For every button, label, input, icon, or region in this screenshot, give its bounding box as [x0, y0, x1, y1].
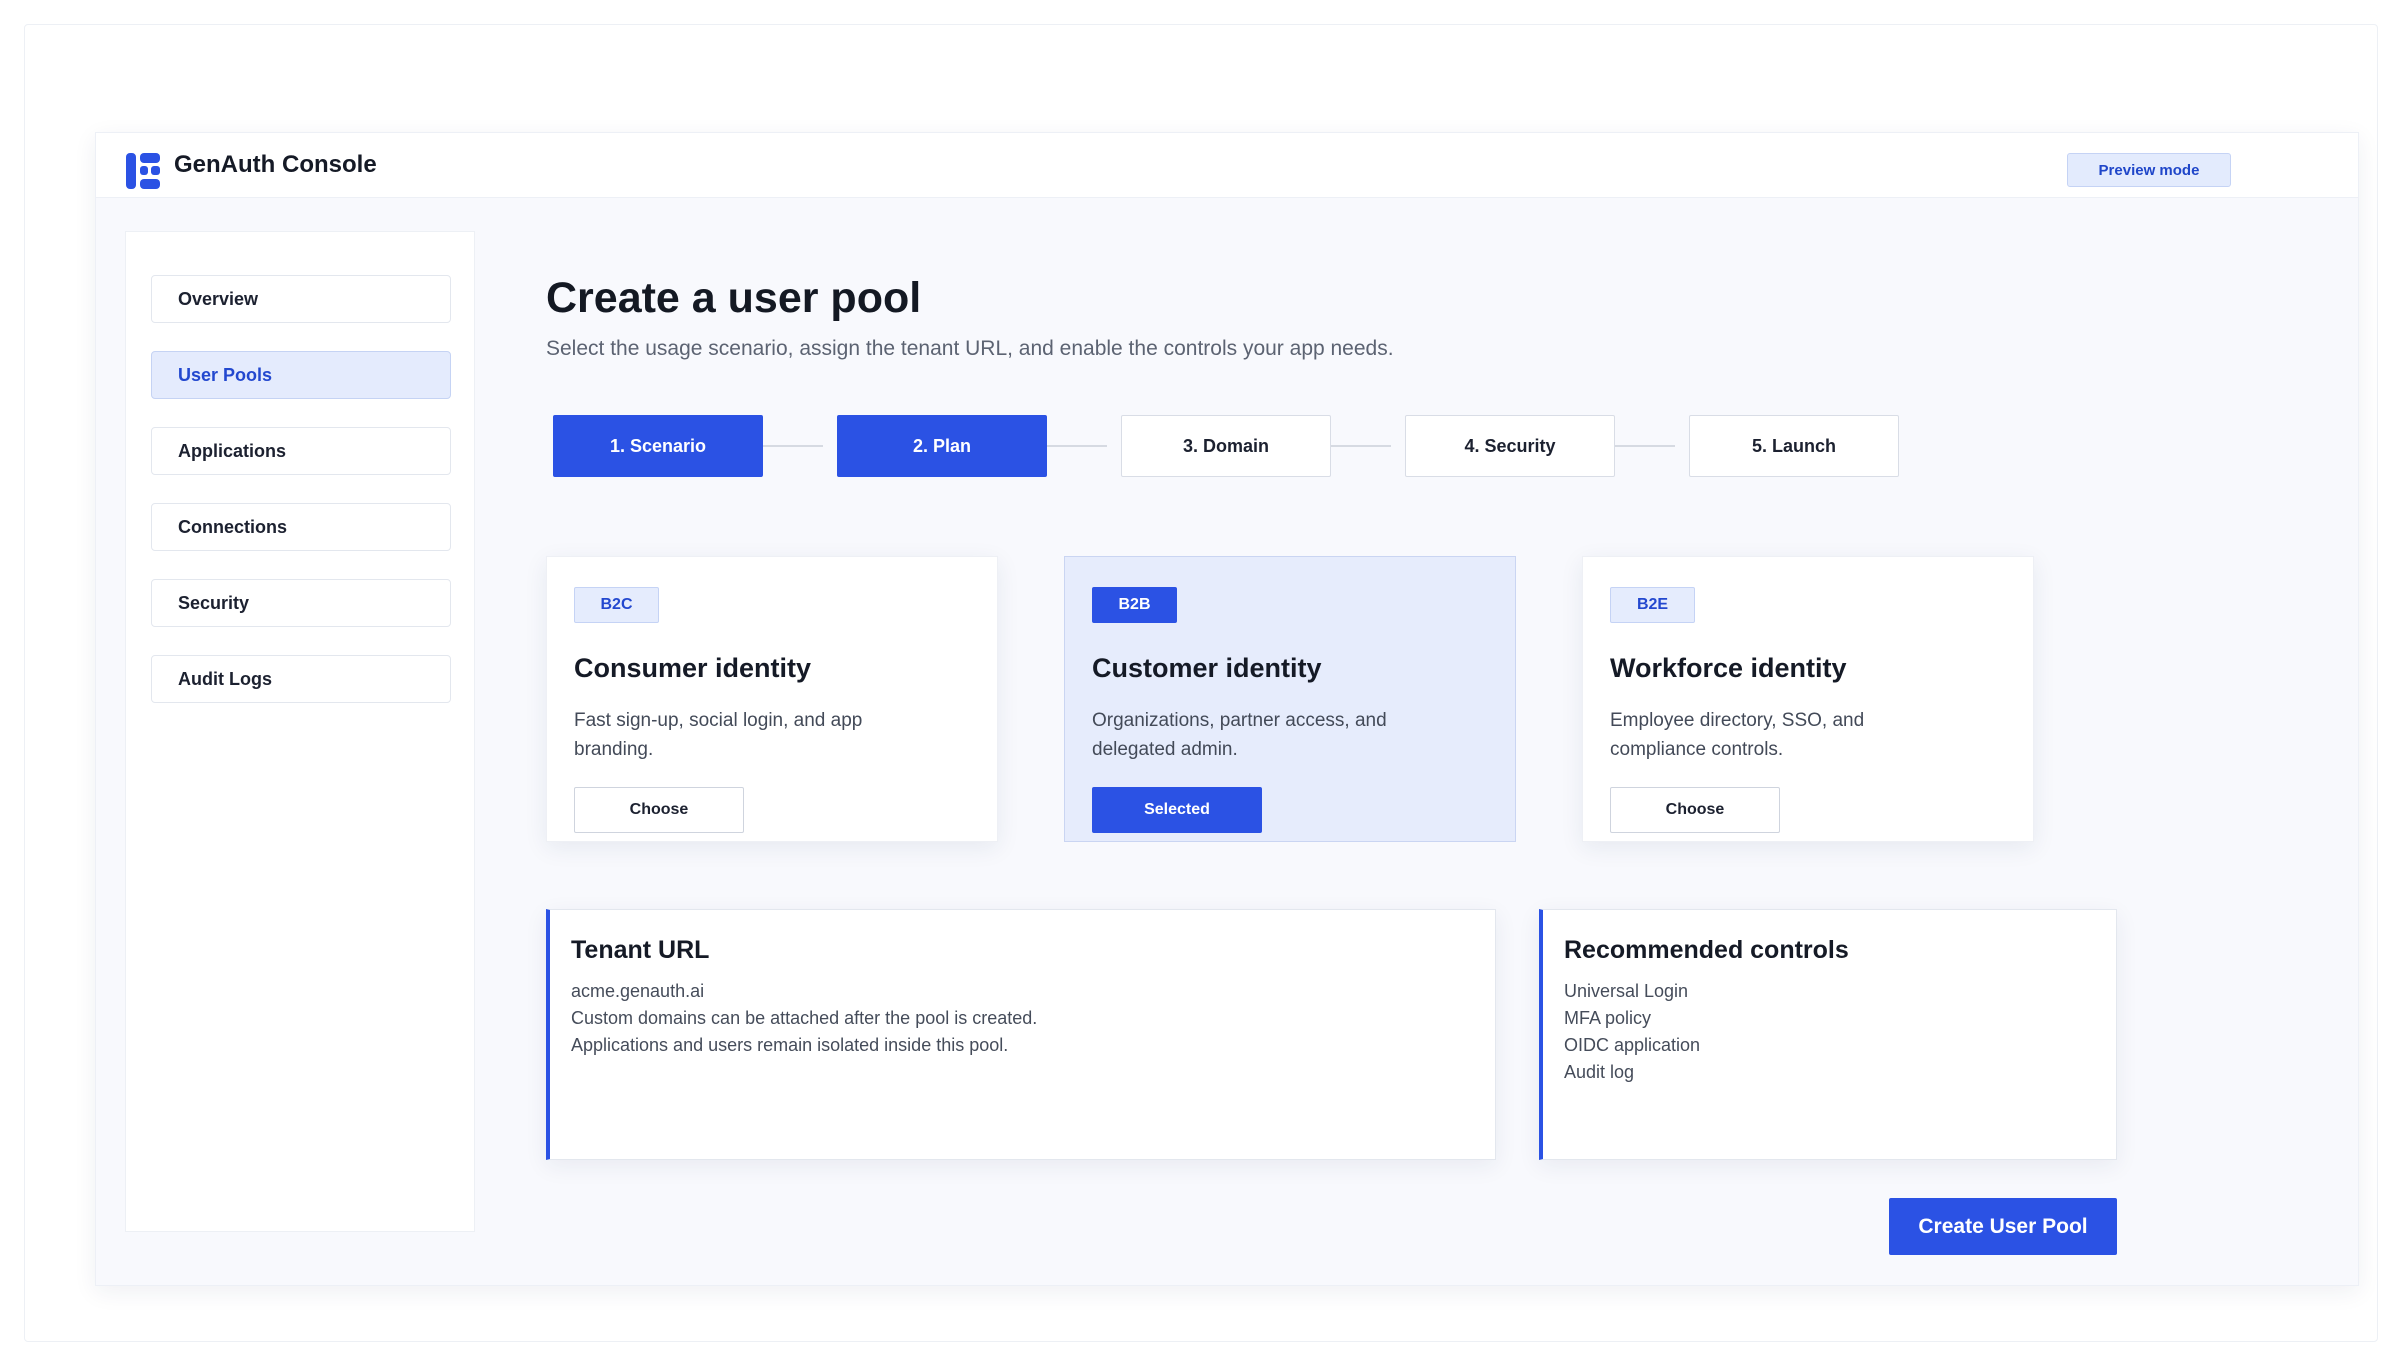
preview-mode-button[interactable]: Preview mode — [2067, 153, 2231, 187]
tenant-url-title: Tenant URL — [571, 936, 710, 964]
step-launch[interactable]: 5. Launch — [1689, 415, 1899, 477]
selected-customer-button[interactable]: Selected — [1092, 787, 1262, 833]
step-security[interactable]: 4. Security — [1405, 415, 1615, 477]
tenant-url-panel: Tenant URL acme.genauth.ai Custom domain… — [546, 909, 1496, 1160]
step-plan[interactable]: 2. Plan — [837, 415, 1047, 477]
genauth-logo-icon — [126, 153, 160, 189]
choose-workforce-button[interactable]: Choose — [1610, 787, 1780, 833]
step-connector — [1331, 445, 1391, 447]
control-item: OIDC application — [1564, 1035, 1701, 1055]
top-bar: GenAuth Console Preview mode — [96, 133, 2358, 198]
scenario-description: Fast sign-up, social login, and app bran… — [574, 710, 863, 760]
step-connector — [763, 445, 823, 447]
scenario-card-customer[interactable]: B2B Customer identity Organizations, par… — [1064, 556, 1516, 842]
sidebar-item-connections[interactable]: Connections — [151, 503, 451, 551]
scenario-card-workforce[interactable]: B2E Workforce identity Employee director… — [1582, 556, 2034, 842]
sidebar-item-applications[interactable]: Applications — [151, 427, 451, 475]
scenario-badge: B2E — [1610, 587, 1695, 623]
scenario-title: Workforce identity — [1610, 653, 1847, 683]
step-domain[interactable]: 3. Domain — [1121, 415, 1331, 477]
page-title: Create a user pool — [546, 274, 922, 322]
create-user-pool-button[interactable]: Create User Pool — [1889, 1198, 2117, 1255]
control-item: MFA policy — [1564, 1008, 1652, 1028]
console-window: GenAuth Console Preview mode Overview Us… — [95, 132, 2359, 1286]
recommended-controls-title: Recommended controls — [1564, 936, 1849, 964]
step-connector — [1615, 445, 1675, 447]
sidebar-item-audit-logs[interactable]: Audit Logs — [151, 655, 451, 703]
tenant-url-value: acme.genauth.ai — [571, 981, 705, 1001]
scenario-badge: B2C — [574, 587, 659, 623]
sidebar-item-security[interactable]: Security — [151, 579, 451, 627]
scenario-description: Organizations, partner access, and deleg… — [1092, 710, 1387, 760]
page-subtitle: Select the usage scenario, assign the te… — [546, 337, 1394, 360]
tenant-note: Custom domains can be attached after the… — [571, 1008, 1038, 1028]
sidebar: Overview User Pools Applications Connect… — [125, 231, 475, 1232]
choose-consumer-button[interactable]: Choose — [574, 787, 744, 833]
step-connector — [1047, 445, 1107, 447]
control-item: Audit log — [1564, 1062, 1635, 1082]
tenant-note: Applications and users remain isolated i… — [571, 1035, 1009, 1055]
screen-frame: GenAuth Console Preview mode Overview Us… — [24, 24, 2378, 1342]
scenario-badge: B2B — [1092, 587, 1177, 623]
app-title: GenAuth Console — [174, 151, 377, 178]
sidebar-item-overview[interactable]: Overview — [151, 275, 451, 323]
scenario-card-consumer[interactable]: B2C Consumer identity Fast sign-up, soci… — [546, 556, 998, 842]
scenario-title: Customer identity — [1092, 653, 1322, 683]
control-item: Universal Login — [1564, 981, 1689, 1001]
scenario-title: Consumer identity — [574, 653, 812, 683]
scenario-description: Employee directory, SSO, and compliance … — [1610, 710, 1865, 760]
step-scenario[interactable]: 1. Scenario — [553, 415, 763, 477]
recommended-controls-panel: Recommended controls Universal Login MFA… — [1539, 909, 2117, 1160]
sidebar-item-user-pools[interactable]: User Pools — [151, 351, 451, 399]
